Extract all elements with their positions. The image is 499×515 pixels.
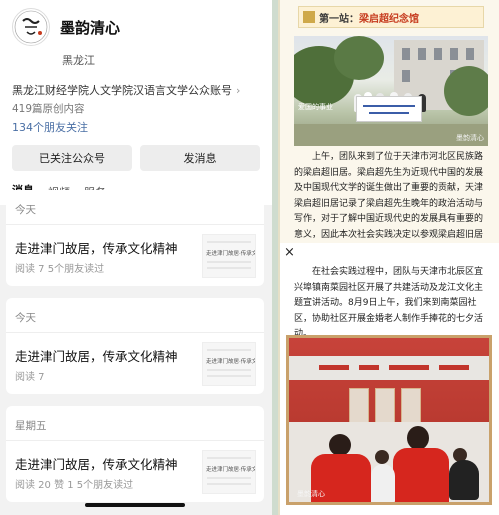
thumbnail-title: 走进津门故居·传承文化精神 bbox=[206, 251, 255, 257]
article-section-bottom: × 在社会实践过程中，团队与天津市北辰区宜兴埠镇南菜园社区开展了共建活动及龙江文… bbox=[278, 243, 499, 515]
community-activity-photo: 墨韵清心 bbox=[286, 335, 492, 505]
photo-watermark: 墨韵清心 bbox=[297, 490, 325, 498]
account-description[interactable]: 黑龙江财经学院人文学院汉语言文学公众账号 › bbox=[12, 82, 260, 98]
message-date: 今天 bbox=[15, 204, 36, 216]
close-icon[interactable]: × bbox=[284, 245, 295, 260]
account-friends-following[interactable]: 134个朋友关注 bbox=[12, 119, 260, 135]
message-date: 今天 bbox=[15, 312, 36, 324]
photo-watermark: 墨韵清心 bbox=[456, 134, 484, 142]
account-name: 墨韵清心 bbox=[60, 18, 121, 37]
message-thumbnail[interactable]: 走进津门故居·传承文化精神 bbox=[202, 342, 256, 386]
article-paragraph: 上午，团队来到了位于天津市河北区民族路的梁启超旧居。梁启超先生为近现代中国的发展… bbox=[294, 152, 484, 240]
team-banner bbox=[356, 96, 422, 122]
section-header: 第一站： 梁启超纪念馆 bbox=[298, 6, 484, 28]
thumbnail-title: 走进津门故居·传承文化精神 bbox=[206, 359, 255, 365]
account-profile-panel: 墨韵清心 黑龙江 黑龙江财经学院人文学院汉语言文学公众账号 › 419篇原创内容… bbox=[0, 0, 272, 515]
section-header-prefix: 第一站： bbox=[319, 13, 359, 25]
thumbnail-title: 走进津门故居·传承文化精神 bbox=[206, 467, 255, 473]
home-indicator[interactable] bbox=[85, 503, 185, 507]
divider bbox=[6, 224, 264, 225]
message-thumbnail[interactable]: 走进津门故居·传承文化精神 bbox=[202, 234, 256, 278]
send-message-button[interactable]: 发消息 bbox=[140, 145, 260, 171]
wall-banner bbox=[289, 356, 489, 380]
account-header: 墨韵清心 黑龙江 黑龙江财经学院人文学院汉语言文学公众账号 › 419篇原创内容… bbox=[0, 0, 272, 177]
message-stats: 阅读 7 bbox=[15, 372, 45, 383]
divider bbox=[6, 332, 264, 333]
message-date: 星期五 bbox=[15, 420, 47, 432]
photo-caption: 爱国的事业 bbox=[298, 103, 333, 111]
message-title[interactable]: 走进津门故居，传承文化精神 bbox=[15, 454, 178, 473]
message-stats: 阅读 20 赞 1 5个朋友读过 bbox=[15, 480, 134, 491]
flag-icon bbox=[303, 11, 315, 23]
account-description-text: 黑龙江财经学院人文学院汉语言文学公众账号 bbox=[12, 84, 232, 97]
article-section-top: 第一站：梁启超纪念馆 爱国的事业 墨韵清心 上午，团队来到了位于天津市河北区民 bbox=[278, 0, 499, 243]
account-logo[interactable] bbox=[12, 8, 50, 46]
article-paragraph: 在社会实践过程中，团队与天津市北辰区宜兴埠镇南菜园社区开展了共建活动及龙江文化主… bbox=[294, 267, 484, 339]
message-stats: 阅读 7 5个朋友读过 bbox=[15, 264, 105, 275]
chevron-right-icon: › bbox=[236, 83, 241, 97]
ink-logo-icon bbox=[14, 10, 48, 44]
message-title[interactable]: 走进津门故居，传承文化精神 bbox=[15, 346, 178, 365]
message-title[interactable]: 走进津门故居，传承文化精神 bbox=[15, 238, 178, 257]
message-card[interactable]: 星期五 走进津门故居，传承文化精神 阅读 20 赞 1 5个朋友读过 走进津门故… bbox=[6, 406, 264, 502]
message-card[interactable]: 今天 走进津门故居，传承文化精神 阅读 7 5个朋友读过 走进津门故居·传承文化… bbox=[6, 190, 264, 286]
followed-button[interactable]: 已关注公众号 bbox=[12, 145, 132, 171]
account-location: 黑龙江 bbox=[62, 54, 95, 67]
section-header-highlight: 梁启超纪念馆 bbox=[359, 13, 419, 25]
memorial-group-photo: 爱国的事业 墨韵清心 bbox=[294, 36, 488, 146]
account-posts-count: 419篇原创内容 bbox=[12, 103, 85, 115]
divider bbox=[6, 440, 264, 441]
message-thumbnail[interactable]: 走进津门故居·传承文化精神 bbox=[202, 450, 256, 494]
message-card[interactable]: 今天 走进津门故居，传承文化精神 阅读 7 走进津门故居·传承文化精神 bbox=[6, 298, 264, 394]
